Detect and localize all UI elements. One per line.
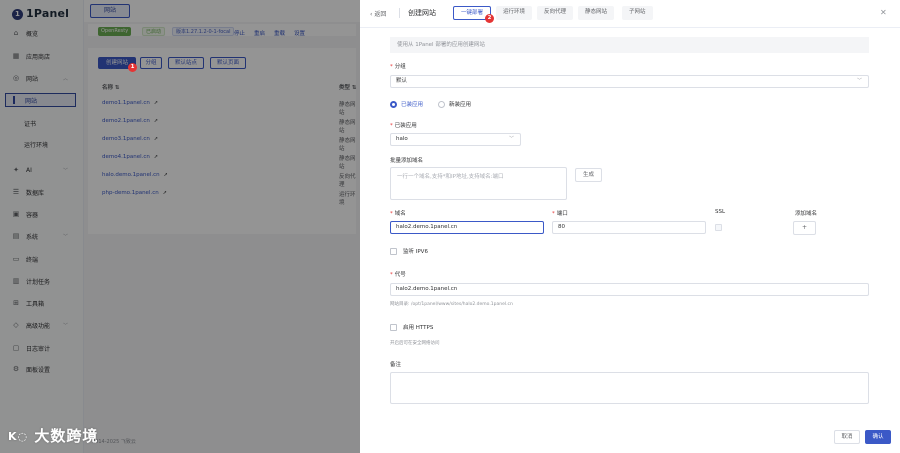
radio-dot	[438, 100, 445, 108]
radio-installed-app[interactable]: 已装应用	[390, 100, 423, 108]
domain-input[interactable]: halo2.demo.1panel.cn	[390, 221, 544, 234]
drawer-title: 创建网站	[408, 9, 436, 17]
add-domain-button[interactable]: +	[793, 221, 816, 235]
confirm-button[interactable]: 确认	[865, 430, 891, 444]
port-input[interactable]: 80	[552, 221, 706, 234]
ssl-label: SSL	[715, 209, 726, 215]
site-path-hint: 网站目录: /opt/1panel/www/sites/halo2.demo.1…	[390, 302, 513, 307]
step-badge-1: 1	[128, 63, 137, 72]
tab-runtime[interactable]: 运行环境	[496, 6, 533, 20]
modal-overlay[interactable]	[0, 0, 360, 453]
app-select[interactable]: halo ﹀	[390, 133, 521, 146]
batch-domain-textarea[interactable]: 一行一个域名,支持*和IP地址,支持域名:端口	[390, 167, 567, 200]
watermark: K◌ 大数跨境	[8, 427, 99, 445]
tab-subsite[interactable]: 子网站	[622, 6, 653, 20]
https-hint: 开启后可在安全网络访问	[390, 341, 440, 346]
add-domain-label: 添加域名	[795, 211, 818, 217]
close-icon[interactable]: ✕	[880, 8, 887, 17]
back-button[interactable]: ‹ 返回	[370, 9, 386, 18]
generate-button[interactable]: 生成	[575, 168, 602, 182]
batch-domain-label: 批量添加域名	[390, 158, 424, 164]
group-label: * 分组	[390, 64, 406, 70]
group-select[interactable]: 默认 ﹀	[390, 75, 869, 88]
tab-reverse-proxy[interactable]: 反向代理	[537, 6, 574, 20]
checkbox-box	[390, 323, 397, 331]
app-label: * 已装应用	[390, 123, 417, 129]
chevron-down-icon: ﹀	[508, 136, 514, 142]
step-badge-2: 2	[485, 14, 494, 23]
create-website-drawer: ‹ 返回 创建网站 一键部署 运行环境 反向代理 静态网站 子网站 ✕ 2 使用…	[360, 0, 900, 453]
remark-textarea[interactable]	[390, 372, 869, 404]
cancel-button[interactable]: 取消	[834, 430, 860, 444]
drawer-header: ‹ 返回 创建网站 一键部署 运行环境 反向代理 静态网站 子网站 ✕	[360, 0, 900, 28]
port-label: * 端口	[552, 211, 568, 217]
remark-label: 备注	[390, 362, 402, 368]
info-alert: 使用从 1Panel 部署的应用创建网站	[390, 37, 869, 53]
chevron-down-icon: ﹀	[856, 78, 862, 84]
tab-static-site[interactable]: 静态网站	[578, 6, 615, 20]
domain-label: * 域名	[390, 211, 406, 217]
radio-new-app[interactable]: 新装应用	[438, 100, 471, 108]
chevron-left-icon: ‹	[370, 11, 373, 18]
alias-input[interactable]: halo2.demo.1panel.cn	[390, 283, 869, 296]
ssl-checkbox[interactable]	[715, 224, 722, 231]
radio-dot	[390, 100, 397, 108]
alias-label: * 代号	[390, 272, 406, 278]
ipv6-checkbox[interactable]: 监听 IPV6	[390, 247, 428, 255]
divider	[399, 8, 400, 18]
checkbox-box	[390, 247, 397, 255]
https-checkbox[interactable]: 启用 HTTPS	[390, 323, 433, 331]
